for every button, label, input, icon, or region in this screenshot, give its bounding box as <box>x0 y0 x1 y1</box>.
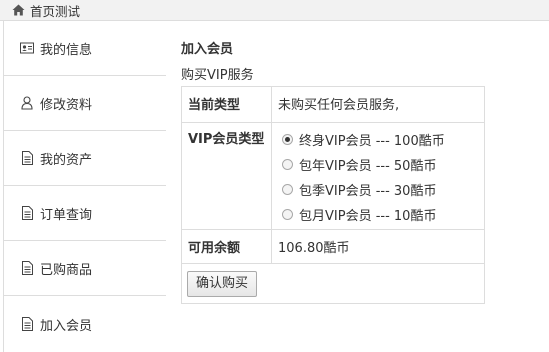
radio-button[interactable] <box>282 184 293 195</box>
home-icon[interactable] <box>12 4 25 16</box>
document-icon <box>20 151 34 165</box>
balance-value: 106.80酷币 <box>271 229 485 264</box>
confirm-purchase-button[interactable]: 确认购买 <box>187 271 258 297</box>
vip-option-label: 包年VIP会员 --- 50酷币 <box>299 159 437 174</box>
main-content: 加入会员 购买VIP服务 <box>181 36 485 86</box>
radio-button-checked[interactable] <box>282 134 293 145</box>
vip-option-yearly[interactable]: 包年VIP会员 --- 50酷币 <box>282 152 478 177</box>
sidebar-item-label: 我的信息 <box>40 42 93 58</box>
sidebar-item-label: 修改资料 <box>40 97 93 113</box>
form-row-balance: 可用余额 106.80酷币 <box>181 229 485 264</box>
field-label: 当前类型 <box>181 86 272 123</box>
form-row-current-type: 当前类型 未购买任何会员服务, <box>181 86 485 123</box>
breadcrumb: 首页测试 <box>0 0 549 21</box>
id-card-icon <box>20 41 34 55</box>
page-title: 加入会员 <box>181 42 234 57</box>
field-label: VIP会员类型 <box>181 122 272 230</box>
field-label: 可用余额 <box>181 229 272 264</box>
sidebar: 我的信息 修改资料 我的资产 订单查询 已购商品 加入会员 <box>3 21 168 352</box>
vip-option-quarterly[interactable]: 包季VIP会员 --- 30酷币 <box>282 177 478 202</box>
sidebar-item-label: 已购商品 <box>40 262 93 278</box>
document-icon <box>20 317 34 331</box>
sidebar-item-order-query[interactable]: 订单查询 <box>4 186 166 241</box>
vip-option-label: 包季VIP会员 --- 30酷币 <box>299 184 437 199</box>
form-row-vip-type: VIP会员类型 终身VIP会员 --- 100酷币 包年VIP会员 --- 50… <box>181 122 485 230</box>
membership-form: 当前类型 未购买任何会员服务, VIP会员类型 终身VIP会员 --- 100酷… <box>181 86 485 304</box>
radio-button[interactable] <box>282 159 293 170</box>
radio-button[interactable] <box>282 209 293 220</box>
user-icon <box>20 96 34 110</box>
sidebar-item-label: 订单查询 <box>40 207 93 223</box>
vip-option-label: 包月VIP会员 --- 10酷币 <box>299 209 437 224</box>
sidebar-item-edit-profile[interactable]: 修改资料 <box>4 76 166 131</box>
vip-options-group: 终身VIP会员 --- 100酷币 包年VIP会员 --- 50酷币 包季VIP… <box>271 122 485 230</box>
sidebar-item-label: 我的资产 <box>40 152 93 168</box>
vip-option-lifetime[interactable]: 终身VIP会员 --- 100酷币 <box>282 127 478 152</box>
sidebar-item-label: 加入会员 <box>40 318 93 334</box>
sidebar-item-my-assets[interactable]: 我的资产 <box>4 131 166 186</box>
vip-option-label: 终身VIP会员 --- 100酷币 <box>299 134 445 149</box>
page-subtitle: 购买VIP服务 <box>181 68 254 83</box>
document-icon <box>20 206 34 220</box>
sidebar-item-my-info[interactable]: 我的信息 <box>4 21 166 76</box>
form-row-actions: 确认购买 <box>181 263 485 304</box>
actions-cell: 确认购买 <box>181 263 485 304</box>
document-icon <box>20 261 34 275</box>
sidebar-item-purchased-goods[interactable]: 已购商品 <box>4 241 166 296</box>
current-type-value: 未购买任何会员服务, <box>271 86 485 123</box>
vip-option-monthly[interactable]: 包月VIP会员 --- 10酷币 <box>282 202 478 227</box>
sidebar-item-join-membership[interactable]: 加入会员 <box>3 296 168 352</box>
breadcrumb-home-link[interactable]: 首页测试 <box>30 1 80 20</box>
